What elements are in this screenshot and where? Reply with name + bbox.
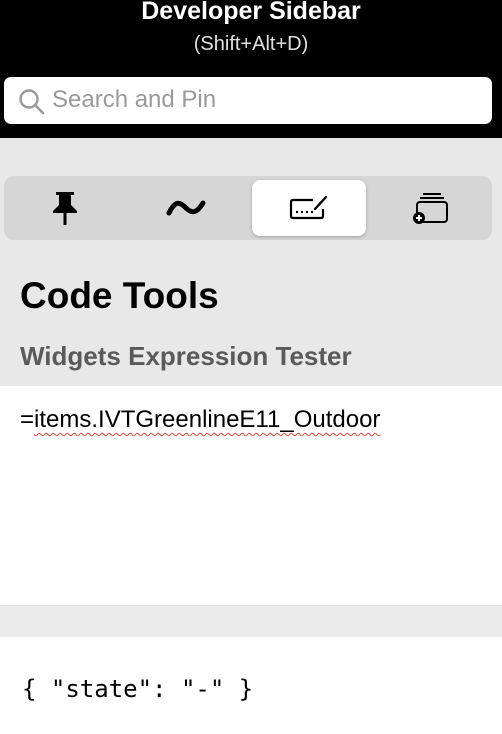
activity-icon [166, 200, 206, 216]
pin-icon [53, 192, 77, 225]
tab-pinned[interactable] [8, 180, 122, 236]
add-widget-icon [413, 193, 448, 224]
tab-activity[interactable] [129, 180, 243, 236]
search-box[interactable] [4, 77, 492, 124]
result-output: { "state": "-" } [22, 675, 254, 703]
expression-prefix: = [20, 406, 35, 433]
search-icon [19, 89, 45, 115]
expression-value: items.IVTGreenlineE11_Outdoor [34, 406, 381, 433]
sidebar-title: Developer Sidebar [141, 0, 361, 25]
section-subtitle: Widgets Expression Tester [20, 341, 352, 371]
result-panel: { "state": "-" } [0, 637, 502, 734]
tab-add-widget[interactable] [374, 180, 488, 236]
section-title: Code Tools [20, 275, 219, 316]
expression-editor[interactable]: =items.IVTGreenlineE11_Outdoor [0, 386, 502, 605]
tool-tabs [4, 176, 492, 240]
tab-code-tools[interactable] [252, 180, 366, 236]
sidebar-shortcut: (Shift+Alt+D) [193, 33, 309, 55]
code-tools-icon [289, 195, 328, 220]
result-divider [0, 605, 502, 637]
expression-text[interactable]: =items.IVTGreenlineE11_Outdoor [20, 404, 380, 436]
search-input[interactable] [52, 83, 482, 117]
sidebar-header: Developer Sidebar (Shift+Alt+D) [0, 0, 502, 138]
